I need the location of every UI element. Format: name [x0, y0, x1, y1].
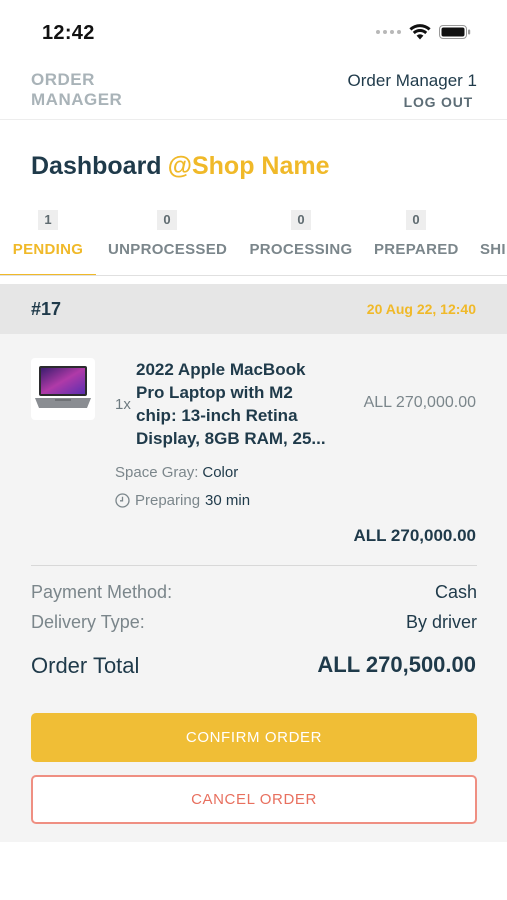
tab-label: PROCESSING: [249, 241, 353, 258]
tab-count-badge: 0: [291, 210, 311, 230]
item-attribute: Space Gray: Color: [115, 464, 238, 481]
item-quantity: 1x: [115, 396, 131, 413]
signal-icon: [376, 30, 401, 34]
tab-count-badge: 0: [157, 210, 177, 230]
divider: [31, 565, 477, 566]
tab-prepared[interactable]: 0 PREPARED: [374, 210, 458, 258]
active-tab-indicator: [0, 274, 96, 275]
product-name: 2022 Apple MacBook Pro Laptop with M2 ch…: [136, 358, 351, 450]
tab-pending[interactable]: 1 PENDING: [0, 210, 96, 258]
order-header: #17 20 Aug 22, 12:40: [0, 284, 507, 334]
clock-icon: [115, 493, 130, 508]
dashboard-title-text: Dashboard: [31, 152, 162, 180]
brand-line-2: MANAGER: [31, 90, 123, 109]
brand-line-1: ORDER: [31, 70, 95, 89]
confirm-order-button[interactable]: CONFIRM ORDER: [31, 713, 477, 762]
shop-name: @Shop Name: [167, 152, 330, 180]
order-total-label: Order Total: [31, 653, 140, 678]
tab-count-badge: 0: [406, 210, 426, 230]
order-date: 20 Aug 22, 12:40: [366, 301, 476, 317]
order-total-value: ALL 270,500.00: [317, 652, 476, 677]
battery-icon: [439, 25, 471, 39]
order-number: #17: [31, 299, 62, 319]
status-bar: 12:42: [0, 0, 507, 62]
wifi-icon: [409, 24, 431, 40]
logout-button[interactable]: LOG OUT: [404, 94, 473, 110]
page-title: Dashboard @Shop Name: [31, 152, 330, 181]
delivery-type-label: Delivery Type:: [31, 612, 145, 632]
attribute-value: Space Gray:: [115, 464, 199, 481]
order-status-tabs: 1 PENDING 0 UNPROCESSED 0 PROCESSING 0 P…: [0, 210, 507, 276]
tab-label: PENDING: [12, 241, 84, 258]
laptop-thumbnail: [31, 358, 95, 420]
tab-label: SHI: [480, 241, 506, 258]
product-name-line: 2022 Apple MacBook: [136, 360, 306, 379]
status-time: 12:42: [42, 22, 95, 44]
tab-label: UNPROCESSED: [108, 241, 228, 258]
manager-name: Order Manager 1: [347, 71, 477, 90]
app-header: ORDER MANAGER Order Manager 1 LOG OUT: [0, 62, 507, 120]
attribute-label: Color: [202, 464, 239, 481]
app-brand: ORDER MANAGER: [31, 70, 122, 110]
item-price: ALL 270,000.00: [363, 394, 476, 411]
tab-shipped[interactable]: 0 SHI: [480, 210, 507, 258]
product-name-line: Pro Laptop with M2: [136, 383, 293, 402]
delivery-type-value: By driver: [405, 612, 477, 632]
tab-label: PREPARED: [374, 241, 459, 258]
prep-label: Preparing: [135, 492, 201, 509]
tab-unprocessed[interactable]: 0 UNPROCESSED: [108, 210, 228, 258]
payment-method-label: Payment Method:: [31, 582, 173, 602]
product-name-line: chip: 13-inch Retina: [136, 406, 298, 425]
tab-processing[interactable]: 0 PROCESSING: [248, 210, 354, 258]
item-line-total: ALL 270,000.00: [353, 526, 476, 545]
cancel-order-button[interactable]: CANCEL ORDER: [31, 775, 477, 824]
prep-time: 30 min: [205, 492, 251, 509]
product-name-line: Display, 8GB RAM, 25...: [136, 429, 326, 448]
tab-count-badge: 1: [38, 210, 58, 230]
order-card: 1x 2022 Apple MacBook Pro Laptop with M2…: [0, 334, 507, 842]
laptop-image: [35, 366, 91, 408]
payment-method-value: Cash: [434, 582, 477, 602]
status-icons: [376, 24, 471, 40]
preparation-time: Preparing 30 min: [115, 492, 250, 509]
